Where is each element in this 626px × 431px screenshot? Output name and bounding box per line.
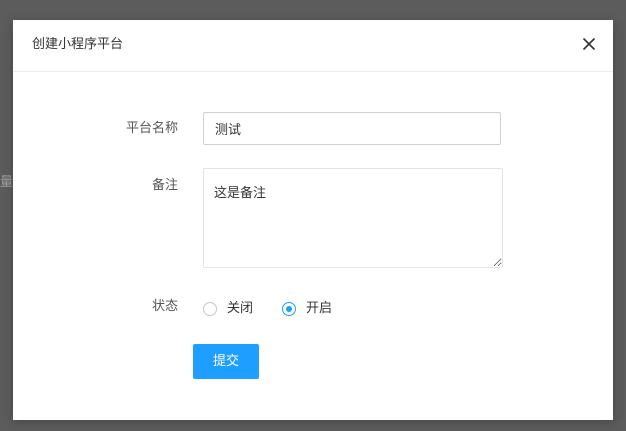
dialog-header: 创建小程序平台 (13, 20, 613, 72)
close-icon[interactable] (579, 34, 599, 54)
status-radio-off[interactable]: 关闭 (203, 299, 253, 319)
submit-button[interactable]: 提交 (193, 344, 259, 379)
status-label: 状态 (151, 299, 178, 314)
status-option-label: 开启 (306, 301, 333, 316)
remark-textarea[interactable]: 这是备注 (203, 168, 503, 268)
platform-name-label: 平台名称 (125, 121, 178, 136)
backdrop-partial-text: 量 (0, 175, 14, 190)
radio-checked-icon (282, 302, 296, 316)
create-platform-dialog: 创建小程序平台 平台名称 备注 这是备注 状态 关闭 开启 提交 (13, 20, 613, 420)
dialog-title: 创建小程序平台 (32, 37, 124, 52)
status-option-label: 关闭 (227, 301, 254, 316)
remark-label: 备注 (151, 178, 178, 193)
status-radio-on[interactable]: 开启 (282, 299, 332, 319)
radio-unchecked-icon (203, 302, 217, 316)
platform-name-input[interactable] (203, 112, 501, 145)
